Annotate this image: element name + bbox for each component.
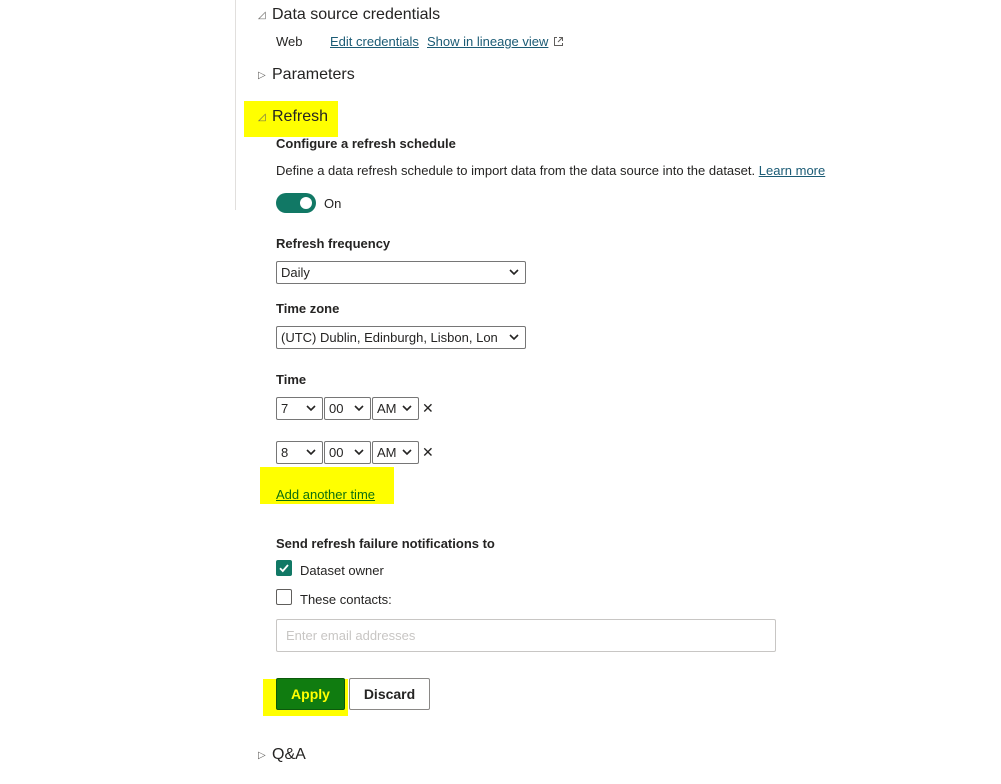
- triangle-down-left-icon: ◿: [258, 9, 266, 21]
- section-title: Parameters: [272, 66, 355, 83]
- section-header-parameters[interactable]: ▷ Parameters: [258, 66, 355, 84]
- chevron-down-icon: [402, 405, 412, 412]
- checkmark-icon: [279, 564, 289, 573]
- description-text: Define a data refresh schedule to import…: [276, 163, 756, 178]
- time-minute-select[interactable]: 00: [324, 441, 371, 464]
- select-value: 00: [329, 401, 344, 416]
- discard-button[interactable]: Discard: [349, 678, 430, 710]
- edit-credentials-link[interactable]: Edit credentials: [330, 34, 419, 49]
- section-header-refresh[interactable]: ◿ Refresh: [258, 108, 328, 126]
- time-period-select[interactable]: AM: [372, 397, 419, 420]
- configure-schedule-heading: Configure a refresh schedule: [276, 136, 456, 151]
- section-title: Q&A: [272, 746, 306, 763]
- chevron-down-icon: [509, 334, 519, 341]
- dataset-owner-label: Dataset owner: [300, 563, 384, 578]
- refresh-frequency-label: Refresh frequency: [276, 236, 391, 251]
- refresh-schedule-toggle[interactable]: [276, 193, 316, 213]
- section-header-qna[interactable]: ▷ Q&A: [258, 746, 306, 764]
- chevron-down-icon: [354, 449, 364, 456]
- add-another-time-link[interactable]: Add another time: [276, 487, 375, 502]
- select-value: 00: [329, 445, 344, 460]
- these-contacts-checkbox[interactable]: [276, 589, 292, 605]
- chevron-down-icon: [402, 449, 412, 456]
- time-minute-select[interactable]: 00: [324, 397, 371, 420]
- section-header-credentials[interactable]: ◿ Data source credentials: [258, 6, 440, 24]
- refresh-frequency-select[interactable]: Daily: [276, 261, 526, 284]
- section-title: Data source credentials: [272, 6, 441, 23]
- toggle-knob: [300, 197, 312, 209]
- remove-time-close-icon[interactable]: ✕: [422, 445, 434, 459]
- select-value: AM: [377, 401, 397, 416]
- email-addresses-input[interactable]: [276, 619, 776, 652]
- time-label: Time: [276, 372, 307, 387]
- external-link-icon[interactable]: [553, 36, 564, 47]
- toggle-state-label: On: [324, 196, 342, 211]
- notify-failure-label: Send refresh failure notifications to: [276, 536, 495, 551]
- select-value: (UTC) Dublin, Edinburgh, Lisbon, Lon: [281, 330, 498, 345]
- select-value: 7: [281, 401, 289, 416]
- triangle-down-left-icon: ◿: [258, 111, 266, 123]
- time-zone-label: Time zone: [276, 301, 340, 316]
- time-hour-select[interactable]: 8: [276, 441, 323, 464]
- dataset-owner-checkbox[interactable]: [276, 560, 292, 576]
- select-value: AM: [377, 445, 397, 460]
- refresh-description: Define a data refresh schedule to import…: [276, 163, 825, 178]
- apply-button[interactable]: Apply: [276, 678, 345, 710]
- chevron-down-icon: [354, 405, 364, 412]
- triangle-right-icon: ▷: [258, 69, 266, 81]
- credential-source-type: Web: [276, 34, 303, 49]
- lineage-view-link[interactable]: Show in lineage view: [427, 34, 548, 49]
- time-period-select[interactable]: AM: [372, 441, 419, 464]
- chevron-down-icon: [509, 269, 519, 276]
- select-value: Daily: [281, 265, 310, 280]
- chevron-down-icon: [306, 405, 316, 412]
- these-contacts-label: These contacts:: [300, 592, 392, 607]
- time-zone-select[interactable]: (UTC) Dublin, Edinburgh, Lisbon, Lon: [276, 326, 526, 349]
- remove-time-close-icon[interactable]: ✕: [422, 401, 434, 415]
- time-hour-select[interactable]: 7: [276, 397, 323, 420]
- section-title: Refresh: [272, 108, 329, 125]
- chevron-down-icon: [306, 449, 316, 456]
- triangle-right-icon: ▷: [258, 749, 266, 761]
- learn-more-link[interactable]: Learn more: [759, 163, 825, 178]
- select-value: 8: [281, 445, 289, 460]
- section-divider: [235, 0, 236, 210]
